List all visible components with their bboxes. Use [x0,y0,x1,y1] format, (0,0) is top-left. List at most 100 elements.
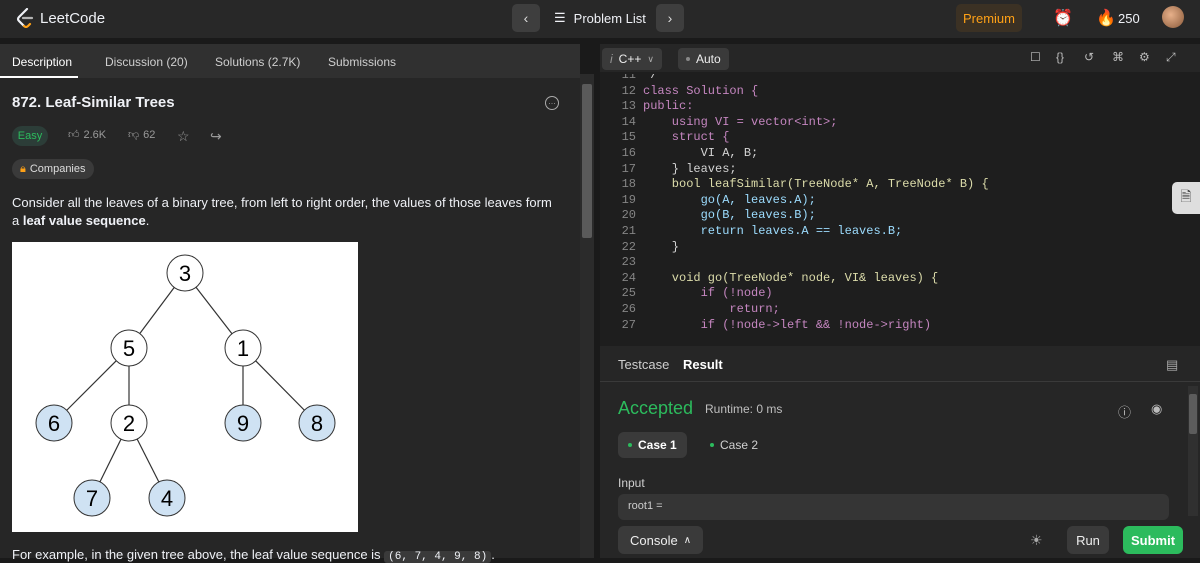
editor-panel: i C++ ∨ Auto ☐ {} ↺ ⌘ ⚙ ⤢ 11 */ 12 class So… [600,44,1200,558]
tree-node-label: 1 [237,336,249,361]
problem-description: Consider all the leaves of a binary tree… [12,194,557,230]
reset-icon[interactable]: ↺ [1084,50,1094,64]
line-number: 11 [621,74,636,82]
shortcut-icon[interactable]: ⌘ [1112,50,1124,64]
example-sequence: (6, 7, 4, 9, 8) [384,551,492,563]
share-icon[interactable]: ↪ [210,128,222,145]
code-line: bool leafSimilar(TreeNode* A, TreeNode* … [643,177,989,192]
thumbs-down-icon: 👎︎ [128,129,140,141]
logo-text: LeetCode [40,9,106,27]
line-number: 24 [621,270,636,285]
gear-icon[interactable]: ⚙ [1139,50,1150,64]
auto-mode-button[interactable]: Auto [678,48,729,70]
line-number: 26 [621,302,636,316]
eye-icon[interactable]: ◉ [1151,401,1162,417]
line-number: 13 [621,99,636,114]
notes-button[interactable]: 🗎 [1172,182,1200,214]
companies-tag[interactable]: 🔒︎ Companies [12,159,94,179]
difficulty-badge: Easy [12,126,48,146]
tab-result[interactable]: Result [683,357,723,372]
dislike-button[interactable]: 👎︎ 62 [128,128,155,142]
case-1-tab[interactable]: Case 1 [618,432,687,458]
chevron-left-icon: ‹ [523,10,529,26]
tree-node-leaf: 8 [298,404,336,442]
timer-icon[interactable]: ⏰ [1053,8,1073,28]
tree-node-label: 8 [311,411,323,436]
tree-node-leaf: 7 [73,479,111,517]
code-line: go(B, leaves.B); [643,208,816,223]
tree-svg: 3 5 1 6 2 9 8 7 4 [35,254,336,517]
chevron-down-icon: ∨ [647,53,654,64]
tree-node-label: 4 [161,486,173,511]
bookmark-icon[interactable]: ☐ [1030,50,1041,64]
leetcode-logo[interactable]: LeetCode [16,8,105,28]
submit-button[interactable]: Submit [1123,526,1183,554]
tree-node-inner: 5 [110,329,148,367]
like-button[interactable]: 👍︎ 2.6K [68,128,106,142]
line-number: 12 [621,83,636,98]
case-2-label: Case 2 [720,438,759,452]
code-line: struct { [643,130,730,145]
problem-list-label: Problem List [573,10,646,26]
document-icon: 🗎 [1180,188,1192,204]
layout-icon[interactable]: ▤ [1166,357,1178,373]
input-value: root1 = [618,494,1169,520]
info-icon: i [610,52,613,66]
more-options-icon[interactable]: … [545,96,559,110]
code-line: public: [643,99,694,114]
chevron-up-icon: ∧ [683,534,692,546]
auto-label: Auto [696,52,721,66]
run-button[interactable]: Run [1067,526,1109,554]
code-line: VI A, B; [643,146,759,160]
next-problem-button[interactable]: › [656,4,684,32]
info-circle-icon[interactable]: ⓘ [1118,402,1131,421]
description-end: . [145,213,150,228]
example-sentence: For example, in the given tree above, th… [12,547,385,562]
tree-node-label: 2 [123,411,135,436]
problem-list-link[interactable]: ☰ Problem List [554,10,646,26]
line-number: 14 [621,114,636,129]
braces-icon[interactable]: {} [1056,50,1064,64]
scrollbar-thumb[interactable] [582,84,592,238]
left-tabs: Description Discussion (20) Solutions (2… [0,44,580,78]
console-toggle-button[interactable]: Console ∧ [618,526,704,554]
console-tabs: Testcase Result ▤ [600,346,1200,382]
line-number: 27 [621,317,636,332]
tab-discussion[interactable]: Discussion (20) [105,55,188,69]
code-line: if (!node) [643,286,773,301]
code-line: return leaves.A == leaves.B; [643,224,903,238]
code-line: */ [643,74,658,82]
console-scrollbar[interactable] [1188,386,1198,516]
line-number: 17 [621,161,636,176]
code-editor[interactable]: 11 */ 12 class Solution {13 public: 14 using … [600,74,1186,342]
avatar[interactable] [1162,6,1184,28]
tab-description[interactable]: Description [12,55,72,69]
tab-solutions[interactable]: Solutions (2.7K) [215,55,300,69]
star-icon[interactable]: ☆ [177,128,190,145]
description-scrollbar[interactable] [580,74,594,558]
chevron-right-icon: › [667,10,673,26]
tab-testcase[interactable]: Testcase [618,357,669,372]
expand-icon[interactable]: ⤢ [1166,50,1176,65]
line-number: 23 [621,255,636,270]
premium-button[interactable]: Premium [956,4,1022,32]
description-panel: Description Discussion (20) Solutions (2… [0,44,580,563]
line-number: 21 [621,224,636,238]
language-label: C++ [618,52,642,66]
pass-dot [628,443,632,447]
case-2-tab[interactable]: Case 2 [700,432,768,458]
debug-icon[interactable]: ☀ [1030,532,1043,549]
console-label: Console [630,532,678,548]
code-line: void go(TreeNode* node, VI& leaves) { [643,270,939,285]
tab-submissions[interactable]: Submissions [328,55,396,69]
scrollbar-thumb[interactable] [1189,394,1197,434]
result-status: Accepted [618,398,694,418]
line-number: 25 [621,286,636,301]
tree-node-root: 3 [166,254,204,292]
language-select[interactable]: i C++ ∨ [602,48,662,70]
code-line: using VI = vector<int>; [643,114,838,129]
top-navbar: LeetCode ‹ ☰ Problem List › Premium ⏰ 🔥 … [0,0,1200,38]
flame-icon[interactable]: 🔥 [1096,8,1116,28]
code-line: if (!node->left && !node->right) [643,317,932,332]
prev-problem-button[interactable]: ‹ [512,4,540,32]
